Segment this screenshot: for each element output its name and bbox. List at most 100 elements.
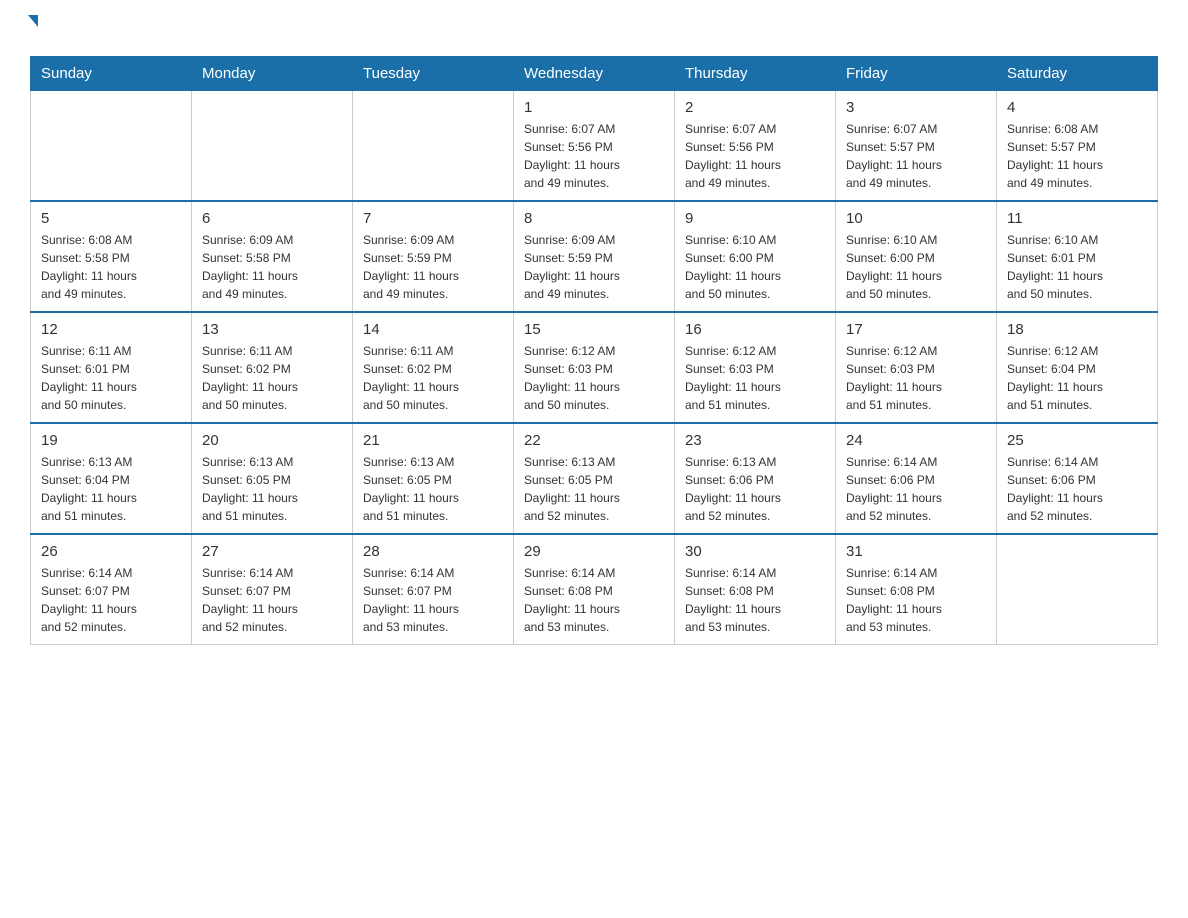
calendar-cell: 30 Sunrise: 6:14 AMSunset: 6:08 PMDayligh…	[675, 534, 836, 645]
calendar-cell: 26Sunrise: 6:14 AMSunset: 6:07 PMDayligh…	[31, 534, 192, 645]
day-number: 3	[846, 99, 986, 116]
day-info: Sunrise: 6:13 AMSunset: 6:05 PMDaylight:…	[363, 453, 503, 525]
column-header-monday: Monday	[192, 57, 353, 91]
calendar-cell: 6 Sunrise: 6:09 AMSunset: 5:58 PMDaylight…	[192, 201, 353, 312]
calendar-cell: 28 Sunrise: 6:14 AMSunset: 6:07 PMDayligh…	[353, 534, 514, 645]
day-number: 16	[685, 321, 825, 338]
calendar-cell: 27 Sunrise: 6:14 AMSunset: 6:07 PMDayligh…	[192, 534, 353, 645]
day-number: 11	[1007, 210, 1147, 227]
day-info: Sunrise: 6:07 AMSunset: 5:57 PMDaylight:…	[846, 120, 986, 192]
calendar-cell: 11 Sunrise: 6:10 AMSunset: 6:01 PMDayligh…	[997, 201, 1158, 312]
calendar-cell: 23Sunrise: 6:13 AMSunset: 6:06 PMDayligh…	[675, 423, 836, 534]
column-header-saturday: Saturday	[997, 57, 1158, 91]
calendar-cell: 29Sunrise: 6:14 AMSunset: 6:08 PMDayligh…	[514, 534, 675, 645]
day-number: 21	[363, 432, 503, 449]
day-number: 7	[363, 210, 503, 227]
day-number: 6	[202, 210, 342, 227]
day-info: Sunrise: 6:07 AMSunset: 5:56 PMDaylight:…	[685, 120, 825, 192]
day-number: 25	[1007, 432, 1147, 449]
calendar-cell	[192, 91, 353, 202]
day-info: Sunrise: 6:14 AMSunset: 6:08 PMDaylight:…	[846, 564, 986, 636]
calendar-week-4: 19 Sunrise: 6:13 AMSunset: 6:04 PMDayligh…	[31, 423, 1158, 534]
calendar-cell: 21 Sunrise: 6:13 AMSunset: 6:05 PMDayligh…	[353, 423, 514, 534]
calendar-cell: 7 Sunrise: 6:09 AMSunset: 5:59 PMDaylight…	[353, 201, 514, 312]
calendar-cell: 3 Sunrise: 6:07 AMSunset: 5:57 PMDaylight…	[836, 91, 997, 202]
calendar-cell: 20Sunrise: 6:13 AMSunset: 6:05 PMDayligh…	[192, 423, 353, 534]
column-header-wednesday: Wednesday	[514, 57, 675, 91]
column-header-tuesday: Tuesday	[353, 57, 514, 91]
day-info: Sunrise: 6:14 AMSunset: 6:06 PMDaylight:…	[1007, 453, 1147, 525]
calendar-cell: 9 Sunrise: 6:10 AMSunset: 6:00 PMDaylight…	[675, 201, 836, 312]
day-info: Sunrise: 6:14 AMSunset: 6:08 PMDaylight:…	[685, 564, 825, 636]
calendar-cell: 8Sunrise: 6:09 AMSunset: 5:59 PMDaylight…	[514, 201, 675, 312]
day-info: Sunrise: 6:09 AMSunset: 5:59 PMDaylight:…	[524, 231, 664, 303]
calendar-cell: 18 Sunrise: 6:12 AMSunset: 6:04 PMDayligh…	[997, 312, 1158, 423]
calendar-cell	[31, 91, 192, 202]
column-header-friday: Friday	[836, 57, 997, 91]
day-number: 27	[202, 543, 342, 560]
day-info: Sunrise: 6:09 AMSunset: 5:58 PMDaylight:…	[202, 231, 342, 303]
day-number: 15	[524, 321, 664, 338]
day-number: 19	[41, 432, 181, 449]
day-number: 10	[846, 210, 986, 227]
calendar-cell: 15 Sunrise: 6:12 AMSunset: 6:03 PMDayligh…	[514, 312, 675, 423]
day-number: 23	[685, 432, 825, 449]
day-info: Sunrise: 6:12 AMSunset: 6:03 PMDaylight:…	[846, 342, 986, 414]
day-info: Sunrise: 6:10 AMSunset: 6:01 PMDaylight:…	[1007, 231, 1147, 303]
day-info: Sunrise: 6:07 AMSunset: 5:56 PMDaylight:…	[524, 120, 664, 192]
day-number: 30	[685, 543, 825, 560]
calendar-cell: 1 Sunrise: 6:07 AMSunset: 5:56 PMDaylight…	[514, 91, 675, 202]
day-info: Sunrise: 6:12 AMSunset: 6:04 PMDaylight:…	[1007, 342, 1147, 414]
day-number: 1	[524, 99, 664, 116]
day-info: Sunrise: 6:08 AMSunset: 5:57 PMDaylight:…	[1007, 120, 1147, 192]
day-number: 9	[685, 210, 825, 227]
calendar-cell: 31 Sunrise: 6:14 AMSunset: 6:08 PMDayligh…	[836, 534, 997, 645]
day-number: 28	[363, 543, 503, 560]
day-info: Sunrise: 6:14 AMSunset: 6:07 PMDaylight:…	[363, 564, 503, 636]
calendar-cell: 17Sunrise: 6:12 AMSunset: 6:03 PMDayligh…	[836, 312, 997, 423]
calendar-cell: 16 Sunrise: 6:12 AMSunset: 6:03 PMDayligh…	[675, 312, 836, 423]
day-info: Sunrise: 6:12 AMSunset: 6:03 PMDaylight:…	[524, 342, 664, 414]
calendar-cell: 12 Sunrise: 6:11 AMSunset: 6:01 PMDayligh…	[31, 312, 192, 423]
calendar-cell: 4 Sunrise: 6:08 AMSunset: 5:57 PMDaylight…	[997, 91, 1158, 202]
day-number: 14	[363, 321, 503, 338]
day-info: Sunrise: 6:11 AMSunset: 6:02 PMDaylight:…	[202, 342, 342, 414]
logo-arrow-icon	[28, 15, 38, 44]
calendar-cell: 25 Sunrise: 6:14 AMSunset: 6:06 PMDayligh…	[997, 423, 1158, 534]
logo-wordmark	[30, 20, 38, 46]
page-header	[30, 20, 1158, 46]
day-info: Sunrise: 6:08 AMSunset: 5:58 PMDaylight:…	[41, 231, 181, 303]
day-number: 12	[41, 321, 181, 338]
calendar-cell: 2 Sunrise: 6:07 AMSunset: 5:56 PMDaylight…	[675, 91, 836, 202]
day-info: Sunrise: 6:14 AMSunset: 6:07 PMDaylight:…	[41, 564, 181, 636]
calendar-cell: 13 Sunrise: 6:11 AMSunset: 6:02 PMDayligh…	[192, 312, 353, 423]
calendar-cell: 10 Sunrise: 6:10 AMSunset: 6:00 PMDayligh…	[836, 201, 997, 312]
day-info: Sunrise: 6:13 AMSunset: 6:04 PMDaylight:…	[41, 453, 181, 525]
day-info: Sunrise: 6:09 AMSunset: 5:59 PMDaylight:…	[363, 231, 503, 303]
day-number: 31	[846, 543, 986, 560]
day-info: Sunrise: 6:10 AMSunset: 6:00 PMDaylight:…	[846, 231, 986, 303]
day-number: 20	[202, 432, 342, 449]
column-header-thursday: Thursday	[675, 57, 836, 91]
calendar-week-5: 26Sunrise: 6:14 AMSunset: 6:07 PMDayligh…	[31, 534, 1158, 645]
day-info: Sunrise: 6:14 AMSunset: 6:06 PMDaylight:…	[846, 453, 986, 525]
calendar-cell: 22Sunrise: 6:13 AMSunset: 6:05 PMDayligh…	[514, 423, 675, 534]
day-info: Sunrise: 6:10 AMSunset: 6:00 PMDaylight:…	[685, 231, 825, 303]
day-number: 4	[1007, 99, 1147, 116]
calendar-cell: 5Sunrise: 6:08 AMSunset: 5:58 PMDaylight…	[31, 201, 192, 312]
calendar-week-3: 12 Sunrise: 6:11 AMSunset: 6:01 PMDayligh…	[31, 312, 1158, 423]
day-info: Sunrise: 6:12 AMSunset: 6:03 PMDaylight:…	[685, 342, 825, 414]
calendar-cell: 14 Sunrise: 6:11 AMSunset: 6:02 PMDayligh…	[353, 312, 514, 423]
day-info: Sunrise: 6:11 AMSunset: 6:01 PMDaylight:…	[41, 342, 181, 414]
day-number: 13	[202, 321, 342, 338]
day-number: 18	[1007, 321, 1147, 338]
calendar-cell	[353, 91, 514, 202]
column-header-sunday: Sunday	[31, 57, 192, 91]
day-number: 22	[524, 432, 664, 449]
calendar-table: SundayMondayTuesdayWednesdayThursdayFrid…	[30, 56, 1158, 645]
day-info: Sunrise: 6:14 AMSunset: 6:08 PMDaylight:…	[524, 564, 664, 636]
day-number: 24	[846, 432, 986, 449]
day-number: 2	[685, 99, 825, 116]
day-info: Sunrise: 6:11 AMSunset: 6:02 PMDaylight:…	[363, 342, 503, 414]
day-info: Sunrise: 6:14 AMSunset: 6:07 PMDaylight:…	[202, 564, 342, 636]
